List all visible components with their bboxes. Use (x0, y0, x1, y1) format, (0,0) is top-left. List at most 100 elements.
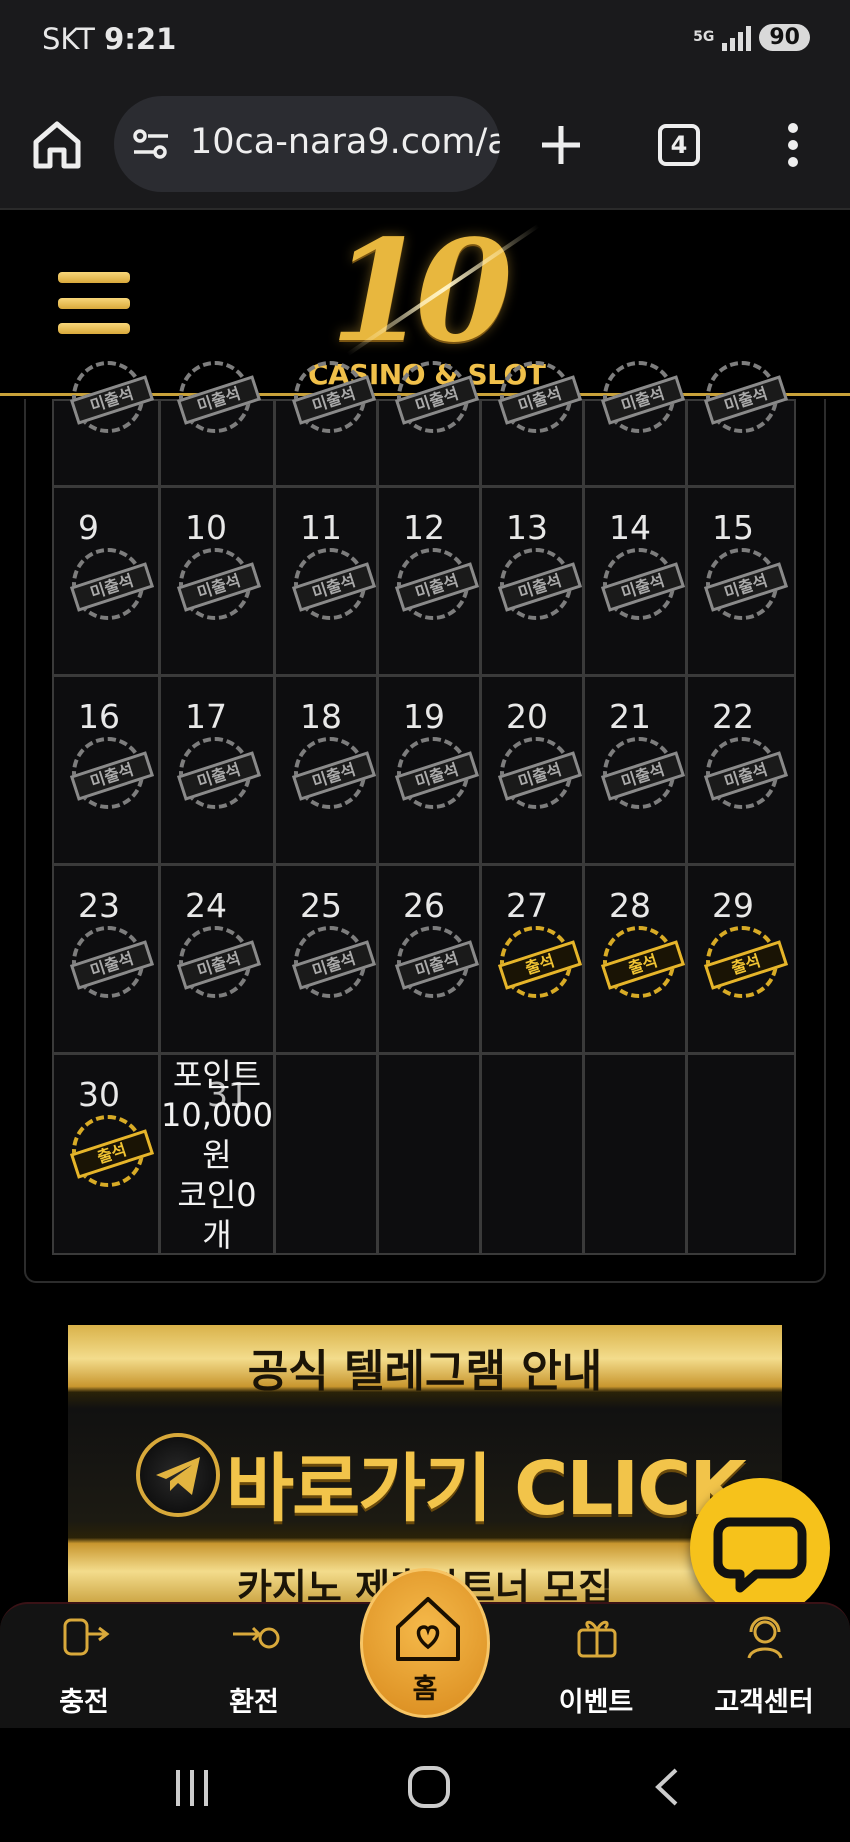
calendar-cell: 30 출석 (52, 1053, 160, 1255)
home-icon[interactable] (30, 118, 84, 172)
absent-stamp-icon: 미출석 (69, 926, 155, 998)
summary-line: 포인트 (172, 1056, 262, 1094)
url-text: 10ca-nara9.com/a (190, 122, 500, 162)
calendar-cell: 15 미출석 (686, 486, 796, 676)
nav-charge[interactable]: 충전 (14, 1604, 154, 1730)
calendar-cell: 21 미출석 (583, 675, 687, 865)
calendar-cell: 미출석 (377, 361, 481, 487)
summary-line: 개 (202, 1216, 232, 1254)
stamp-label: 미출석 (497, 375, 583, 425)
day-number: 30 (78, 1075, 120, 1114)
nav-home[interactable]: 홈 (360, 1568, 490, 1718)
stamp-label: 미출석 (69, 562, 155, 612)
signal-icon (722, 25, 752, 51)
calendar-cell (583, 1053, 687, 1255)
hamburger-menu-icon[interactable] (58, 272, 130, 334)
nav-exchange-label: 환전 (229, 1687, 279, 1718)
calendar-cell: 23 미출석 (52, 864, 160, 1054)
chat-button[interactable] (690, 1478, 830, 1618)
stamp-label: 미출석 (291, 375, 377, 425)
absent-stamp-icon: 미출석 (291, 361, 377, 433)
calendar-cell (274, 1053, 378, 1255)
telegram-banner[interactable]: 공식 텔레그램 안내 바로가기 CLICK 카지노 제휴파트너 모집 (68, 1325, 782, 1605)
absent-stamp-icon: 미출석 (176, 737, 262, 809)
calendar-cell: 27 출석 (480, 864, 584, 1054)
calendar-cell: 미출석 (583, 361, 687, 487)
tab-switcher-button[interactable]: 4 (658, 124, 700, 166)
calendar-cell: 20 미출석 (480, 675, 584, 865)
calendar-cell (377, 1053, 481, 1255)
absent-stamp-icon: 미출석 (394, 548, 480, 620)
stamp-label: 미출석 (176, 751, 262, 801)
address-bar[interactable]: 10ca-nara9.com/a (114, 96, 500, 192)
calendar-cell: 26 미출석 (377, 864, 481, 1054)
exchange-icon (233, 1626, 280, 1649)
calendar-cell: 19 미출석 (377, 675, 481, 865)
day-number: 26 (403, 886, 445, 925)
calendar-cell: 미출석 (159, 361, 275, 487)
attendance-calendar-panel: 미출석 미출석 미출석 미출석 미출석 미출석 미출석 9 미출석 10 미출석 11 미출석 12 미출석… (24, 361, 826, 1283)
absent-stamp-icon: 미출석 (394, 361, 480, 433)
calendar-cell: 9 미출석 (52, 486, 160, 676)
calendar-cell: 31 포인트 10,000 원 코인0 개 (159, 1053, 275, 1255)
back-icon[interactable] (652, 1766, 682, 1808)
attended-stamp-icon: 출석 (497, 926, 583, 998)
absent-stamp-icon: 미출석 (291, 548, 377, 620)
stamp-label: 미출석 (703, 751, 789, 801)
status-icons: 5G 90 (693, 24, 810, 51)
support-agent-icon (747, 1616, 783, 1659)
gift-icon (577, 1620, 617, 1658)
calendar-cell: 13 미출석 (480, 486, 584, 676)
more-menu-icon[interactable] (786, 122, 800, 168)
stamp-label: 출석 (600, 940, 686, 990)
stamp-label: 출석 (703, 940, 789, 990)
absent-stamp-icon: 미출석 (394, 737, 480, 809)
stamp-label: 미출석 (394, 940, 480, 990)
calendar-cell: 17 미출석 (159, 675, 275, 865)
absent-stamp-icon: 미출석 (176, 548, 262, 620)
calendar-cell: 24 미출석 (159, 864, 275, 1054)
browser-toolbar: 10ca-nara9.com/a 4 (0, 80, 850, 210)
calendar-cell: 미출석 (686, 361, 796, 487)
calendar-cell: 16 미출석 (52, 675, 160, 865)
stamp-label: 출석 (69, 1129, 155, 1179)
new-tab-icon[interactable] (538, 122, 584, 168)
stamp-label: 미출석 (394, 751, 480, 801)
nav-event[interactable]: 이벤트 (526, 1604, 666, 1730)
day-number: 29 (712, 886, 754, 925)
calendar-cell: 14 미출석 (583, 486, 687, 676)
calendar-cell (686, 1053, 796, 1255)
stamp-label: 출석 (497, 940, 583, 990)
nav-exchange[interactable]: 환전 (184, 1604, 324, 1730)
attended-stamp-icon: 출석 (69, 1115, 155, 1187)
absent-stamp-icon: 미출석 (703, 737, 789, 809)
day-number: 13 (506, 508, 548, 547)
absent-stamp-icon: 미출석 (291, 737, 377, 809)
day-number: 18 (300, 697, 342, 736)
nav-support-label: 고객센터 (714, 1687, 814, 1718)
absent-stamp-icon: 미출석 (69, 737, 155, 809)
day-number: 23 (78, 886, 120, 925)
absent-stamp-icon: 미출석 (394, 926, 480, 998)
stamp-label: 미출석 (600, 562, 686, 612)
absent-stamp-icon: 미출석 (497, 361, 583, 433)
stamp-label: 미출석 (69, 940, 155, 990)
site-settings-icon[interactable] (132, 128, 170, 160)
absent-stamp-icon: 미출석 (703, 361, 789, 433)
calendar-cell: 미출석 (274, 361, 378, 487)
home-heart-icon (396, 1597, 460, 1661)
calendar-cell: 미출석 (52, 361, 160, 487)
calendar-cell: 11 미출석 (274, 486, 378, 676)
stamp-label: 미출석 (497, 562, 583, 612)
home-system-icon[interactable] (406, 1764, 452, 1810)
absent-stamp-icon: 미출석 (69, 548, 155, 620)
nav-charge-label: 충전 (59, 1687, 109, 1718)
calendar-cell (480, 1053, 584, 1255)
recent-apps-icon[interactable] (172, 1768, 212, 1808)
nav-support[interactable]: 고객센터 (694, 1604, 834, 1730)
stamp-label: 미출석 (703, 562, 789, 612)
network-indicator: 5G (693, 29, 715, 45)
day-number: 10 (185, 508, 227, 547)
attended-stamp-icon: 출석 (600, 926, 686, 998)
day-number: 27 (506, 886, 548, 925)
